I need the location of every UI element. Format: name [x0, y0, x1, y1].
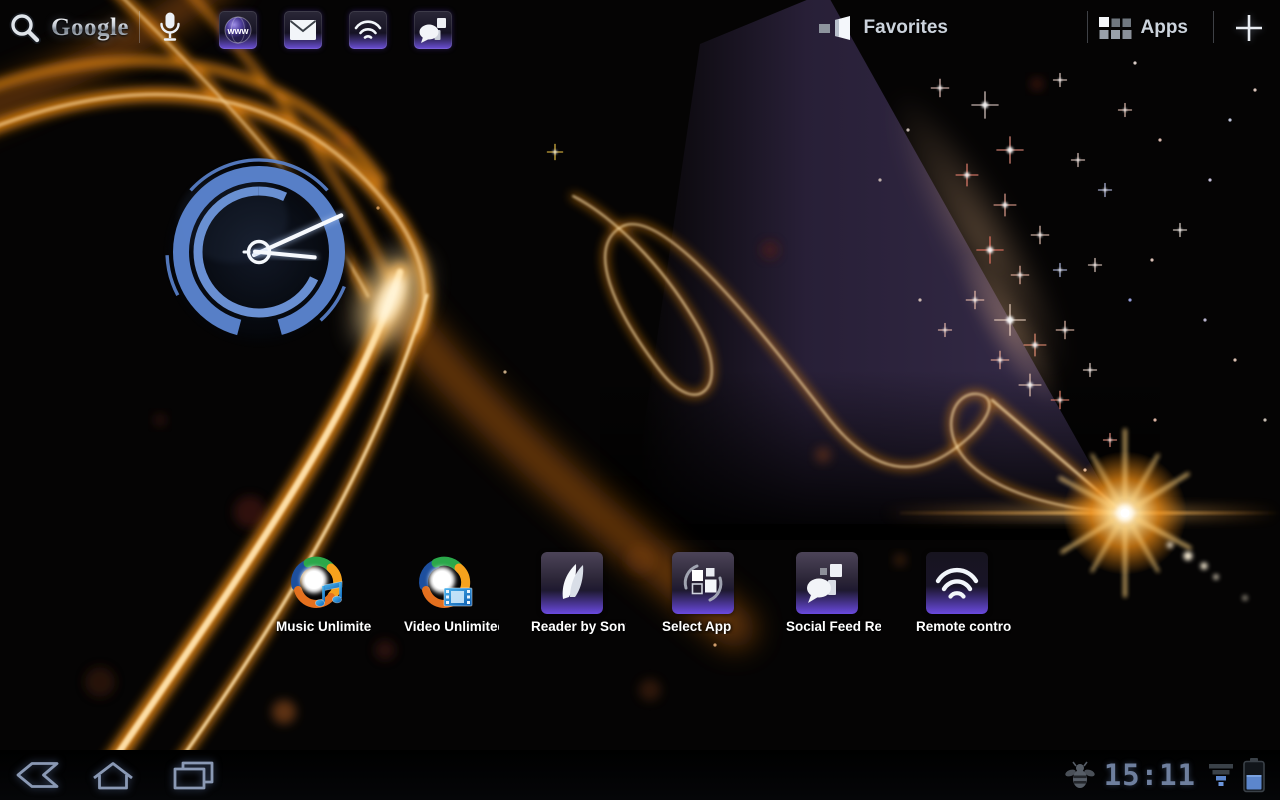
- back-button[interactable]: [8, 758, 66, 792]
- top-bar: Google www: [0, 0, 1280, 56]
- shortcut-remote-control[interactable]: [349, 11, 387, 49]
- app-select-app[interactable]: Select App: [655, 551, 751, 634]
- status-tray[interactable]: 15:11: [1064, 750, 1280, 800]
- select-app-icon: [672, 552, 734, 614]
- battery-icon: [1242, 757, 1266, 793]
- plus-icon: [1234, 13, 1264, 43]
- system-bar: 15:11: [0, 750, 1280, 800]
- divider: [1087, 11, 1088, 43]
- divider: [139, 11, 140, 43]
- google-search-widget[interactable]: Google: [8, 6, 129, 50]
- recents-icon: [169, 758, 217, 792]
- recents-button[interactable]: [164, 758, 222, 792]
- favorites-icon: [817, 15, 855, 41]
- video-unlimited-icon: [414, 552, 476, 614]
- app-reader-by-sony[interactable]: Reader by Sony: [524, 551, 620, 634]
- add-button[interactable]: [1234, 13, 1264, 43]
- clock-time: 15:11: [1104, 758, 1196, 792]
- apps-grid-icon: [1097, 16, 1132, 41]
- add-button-wrap: [1234, 0, 1264, 56]
- search-icon: [8, 10, 42, 46]
- app-label: Social Feed Reader: [786, 619, 881, 634]
- home-screen: Google www: [0, 0, 1280, 800]
- film-strip-glyph: [444, 588, 472, 606]
- analog-clock-face: [163, 156, 355, 348]
- shortcut-email[interactable]: [284, 11, 322, 49]
- favorites-button-wrap: Favorites: [817, 0, 948, 56]
- bee-icon: [1064, 760, 1096, 790]
- home-button[interactable]: [84, 758, 142, 792]
- music-unlimited-icon: [286, 552, 348, 614]
- favorites-label: Favorites: [864, 17, 948, 39]
- app-video-unlimited[interactable]: Video Unlimited: [397, 551, 493, 634]
- home-icon: [89, 758, 137, 792]
- shortcut-browser[interactable]: www: [219, 11, 257, 49]
- reader-icon: [541, 552, 603, 614]
- voice-search-button[interactable]: [152, 8, 188, 48]
- browser-www-icon: www: [223, 15, 253, 45]
- app-label: Reader by Sony: [531, 619, 626, 634]
- app-label: Music Unlimited: [276, 619, 371, 634]
- favorites-button[interactable]: Favorites: [817, 15, 948, 41]
- app-label: Video Unlimited: [404, 619, 499, 634]
- app-label: Remote control: [916, 619, 1011, 634]
- analog-clock-widget[interactable]: [163, 156, 355, 348]
- signal-strength-icon: [1208, 761, 1234, 789]
- apps-button[interactable]: Apps: [1097, 16, 1189, 41]
- chat-bubbles-icon: [418, 16, 448, 44]
- email-icon: [289, 19, 317, 41]
- app-label: Select App: [662, 619, 757, 634]
- divider: [1213, 11, 1214, 43]
- microphone-icon: [159, 11, 181, 45]
- social-feed-reader-icon: [796, 552, 858, 614]
- apps-label: Apps: [1141, 17, 1189, 39]
- app-social-feed-reader[interactable]: Social Feed Reader: [779, 551, 875, 634]
- svg-text:www: www: [226, 26, 249, 36]
- remote-control-icon: [926, 552, 988, 614]
- app-remote-control[interactable]: Remote control: [909, 551, 1005, 634]
- back-icon: [14, 759, 60, 791]
- wifi-arcs-icon: [353, 17, 383, 43]
- app-music-unlimited[interactable]: Music Unlimited: [269, 551, 365, 634]
- apps-button-wrap: Apps: [1097, 0, 1189, 56]
- google-logo: Google: [51, 14, 129, 42]
- wallpaper: [0, 0, 1280, 800]
- shortcut-social-feed[interactable]: [414, 11, 452, 49]
